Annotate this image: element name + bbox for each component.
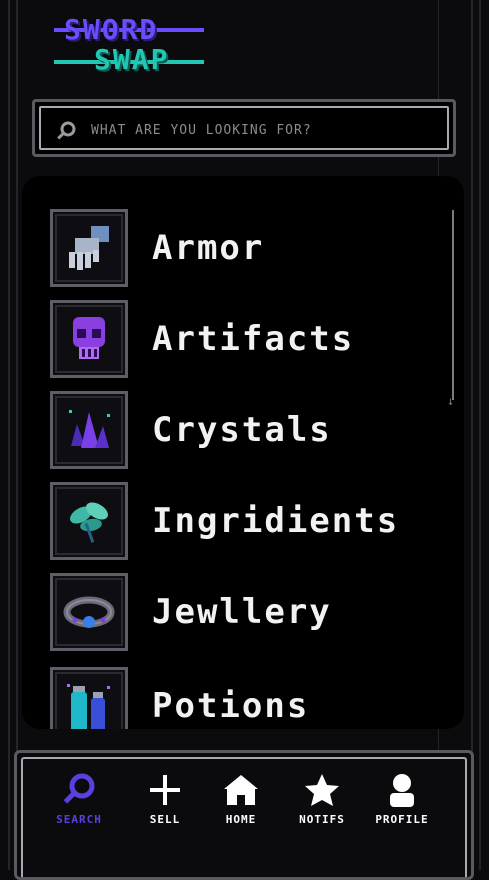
nav-sell[interactable]: SELL (130, 773, 200, 833)
app-logo[interactable]: SWORD SWAP (54, 16, 204, 78)
bottom-nav: SEARCH SELL HOME NOTIFS PROFILE (14, 750, 474, 880)
nav-label: SEARCH (56, 813, 102, 826)
category-item-armor[interactable]: Armor (50, 206, 430, 290)
nav-home[interactable]: HOME (206, 773, 276, 833)
decorative-rail (479, 0, 481, 870)
nav-label: HOME (225, 813, 257, 826)
bracelet-icon (50, 573, 128, 651)
category-label: Ingridients (152, 501, 400, 541)
potion-icon (50, 667, 128, 729)
category-item-crystals[interactable]: Crystals (50, 388, 430, 472)
decorative-rail (471, 0, 473, 870)
decorative-rail (8, 0, 10, 870)
search-icon (63, 773, 95, 804)
nav-label: SELL (149, 813, 181, 826)
scrollbar[interactable] (452, 210, 454, 400)
scroll-down-arrow-icon[interactable]: ↓ (447, 394, 454, 408)
category-list[interactable]: ↓ Armor Artifacts Crystals Ingridients J… (22, 176, 464, 729)
decorative-rail (16, 0, 18, 870)
nav-label: NOTIFS (299, 813, 345, 826)
person-icon (390, 774, 414, 807)
category-label: Potions (152, 686, 310, 726)
star-icon (305, 774, 339, 806)
search-bar[interactable] (32, 99, 456, 157)
logo-text-bottom: SWAP (94, 43, 170, 76)
skull-icon (50, 300, 128, 378)
category-item-jewllery[interactable]: Jewllery (50, 570, 430, 654)
logo-text-top: SWORD (64, 13, 159, 46)
category-label: Armor (152, 228, 265, 268)
nav-profile[interactable]: PROFILE (367, 773, 437, 833)
category-item-potions[interactable]: Potions (50, 664, 430, 729)
leaf-icon (50, 482, 128, 560)
category-label: Artifacts (152, 319, 355, 359)
nav-notifs[interactable]: NOTIFS (287, 773, 357, 833)
search-icon (57, 121, 76, 140)
nav-label: PROFILE (375, 813, 429, 826)
plus-icon (150, 775, 180, 805)
category-item-artifacts[interactable]: Artifacts (50, 297, 430, 381)
nav-search[interactable]: SEARCH (44, 773, 114, 833)
category-label: Jewllery (152, 592, 332, 632)
gauntlet-icon (50, 209, 128, 287)
home-icon (224, 775, 258, 805)
search-input[interactable] (89, 114, 433, 146)
category-item-ingridients[interactable]: Ingridients (50, 479, 430, 563)
crystal-icon (50, 391, 128, 469)
category-label: Crystals (152, 410, 332, 450)
